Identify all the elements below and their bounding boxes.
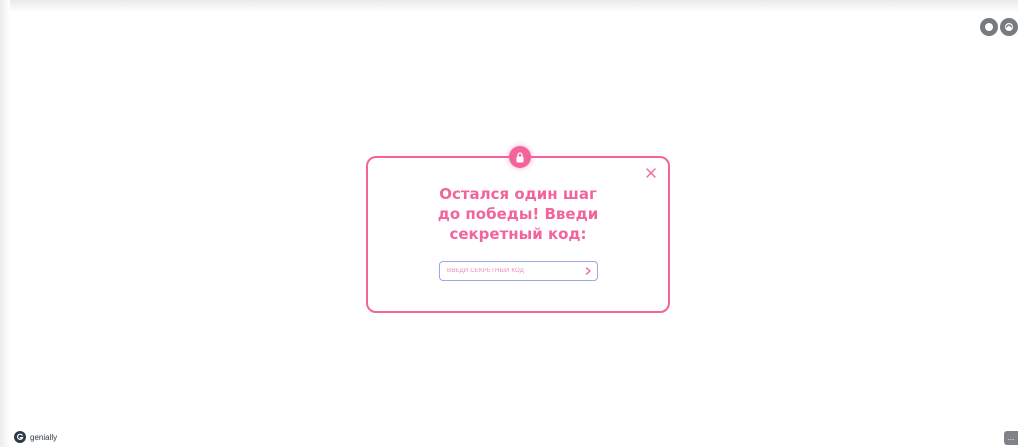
- circle-icon: [985, 23, 993, 31]
- circle-button[interactable]: [980, 18, 998, 36]
- chevron-right-icon: [585, 267, 591, 275]
- slide-canvas: Остался один шаг до победы! Введи секрет…: [0, 0, 1018, 447]
- title-line: Остался один шаг: [439, 185, 597, 203]
- secret-code-input[interactable]: [440, 262, 579, 280]
- secret-code-field: [439, 261, 598, 281]
- frame-edge: [0, 0, 1018, 12]
- frame-edge: [0, 0, 10, 447]
- genially-logo-icon: [14, 431, 26, 443]
- more-options-button[interactable]: ...: [1004, 431, 1018, 445]
- top-controls: [980, 18, 1018, 36]
- title-line: секретный код:: [449, 225, 587, 243]
- brand-name: genially: [30, 432, 58, 442]
- modal-title: Остался один шаг до победы! Введи секрет…: [368, 184, 668, 244]
- title-line: до победы! Введи: [437, 205, 599, 223]
- close-button[interactable]: [644, 166, 658, 180]
- lock-badge: [509, 146, 531, 168]
- genially-brand[interactable]: genially: [14, 431, 57, 443]
- submit-code-button[interactable]: [579, 262, 597, 280]
- close-icon: [646, 168, 656, 178]
- eye-button[interactable]: [1000, 18, 1018, 36]
- eye-icon: [1005, 23, 1013, 31]
- lock-icon: [516, 151, 524, 162]
- secret-code-modal: Остался один шаг до победы! Введи секрет…: [366, 146, 670, 313]
